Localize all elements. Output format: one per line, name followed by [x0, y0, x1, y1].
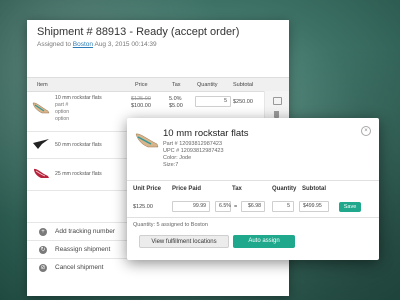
refresh-icon: ↻	[39, 246, 47, 254]
part-number: Part # 12093812987423	[163, 141, 223, 147]
plus-circle-icon: +	[39, 228, 47, 236]
assigned-prefix: Assigned to	[37, 41, 71, 48]
action-label[interactable]: Cancel shipment	[55, 264, 103, 271]
shoe-thumbnail-dark	[33, 139, 49, 149]
auto-assign-button[interactable]: Auto assign	[233, 235, 295, 248]
item-old-price: $125.00	[131, 96, 151, 102]
assigned-location-link[interactable]: Boston	[73, 41, 93, 48]
item-part: part #	[55, 102, 69, 108]
tax-equals-sign: =	[234, 204, 238, 210]
popup-meta: Part # 12093812987423 UPC # 120938129874…	[163, 141, 224, 169]
item-price: $100.00	[131, 103, 151, 109]
color-value: Color: Jode	[163, 155, 192, 161]
item-tax-amount: $5.00	[169, 103, 183, 109]
item-name[interactable]: 50 mm rockstar flats	[55, 142, 102, 148]
size-value: Size:7	[163, 162, 179, 168]
assigned-timestamp: Aug 3, 2015 00:14:39	[94, 41, 157, 48]
item-quantity-input[interactable]: 5	[195, 96, 231, 107]
quantity-input[interactable]: 5	[272, 201, 294, 212]
popup-pricing-table: Unit Price Price Paid Tax Quantity Subto…	[127, 180, 379, 218]
item-name[interactable]: 25 mm rockstar flats	[55, 171, 102, 177]
trash-icon[interactable]	[274, 111, 279, 118]
item-option: option	[55, 109, 70, 115]
header-subtotal: Subtotal	[302, 186, 326, 192]
price-paid-input[interactable]: 99.99	[172, 201, 210, 212]
col-price: Price	[135, 82, 148, 88]
col-subtotal: Subtotal	[233, 82, 254, 88]
col-tax: Tax	[172, 82, 181, 88]
header-quantity: Quantity	[272, 186, 297, 192]
shipment-title: Shipment # 88913 - Ready (accept order)	[37, 26, 240, 38]
shoe-thumbnail-red	[34, 168, 49, 178]
shoe-thumbnail-tan	[32, 102, 50, 114]
tax-percent-input[interactable]: 6.5%	[215, 201, 231, 212]
shoe-thumbnail-tan	[135, 133, 159, 148]
tax-amount-input[interactable]: $6.98	[241, 201, 265, 212]
col-item: Item	[37, 82, 48, 88]
quantity-assignment-note: Quantity: 5 assigned to Boston	[133, 222, 208, 228]
subtotal-input[interactable]: $499.95	[299, 201, 329, 212]
view-fulfillment-locations-button[interactable]: View fulfillment locations	[139, 235, 229, 248]
header-unit-price: Unit Price	[133, 186, 162, 192]
cancel-shipment-action[interactable]: ⊘ Cancel shipment	[27, 258, 289, 277]
action-label[interactable]: Add tracking number	[55, 228, 115, 235]
col-quantity: Quantity	[197, 82, 218, 88]
item-subtotal: $250.00	[233, 99, 253, 105]
cancel-icon: ⊘	[39, 264, 47, 272]
assignment-info: Assigned to Boston Aug 3, 2015 00:14:39	[37, 41, 279, 48]
close-icon[interactable]: ×	[361, 126, 371, 136]
edit-icon[interactable]	[273, 97, 282, 105]
header-price-paid: Price Paid	[172, 186, 202, 192]
unit-price-value: $125.00	[133, 204, 153, 210]
item-detail-popup: 10 mm rockstar flats Part # 120938129874…	[127, 118, 379, 260]
item-name[interactable]: 10 mm rockstar flats	[55, 95, 102, 101]
table-header: Item Price Tax Quantity Subtotal	[27, 77, 289, 92]
action-label[interactable]: Reassign shipment	[55, 246, 110, 253]
item-tax-rate: 5.0%	[169, 96, 182, 102]
item-option: option	[55, 116, 70, 122]
header-tax: Tax	[232, 186, 242, 192]
popup-title: 10 mm rockstar flats	[163, 128, 249, 139]
upc-number: UPC # 12093812987423	[163, 148, 224, 154]
save-button[interactable]: Save	[339, 202, 361, 212]
